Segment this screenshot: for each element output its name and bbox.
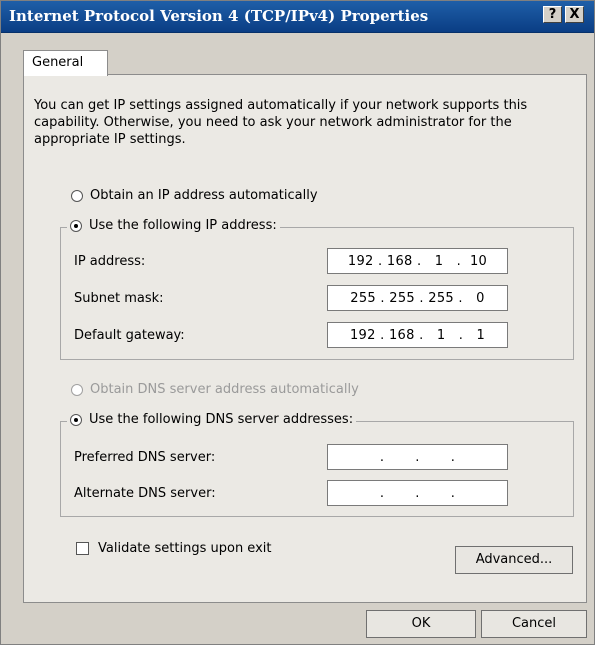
subnet-mask-label: Subnet mask: xyxy=(74,291,164,306)
ipv4-properties-dialog: Internet Protocol Version 4 (TCP/IPv4) P… xyxy=(0,0,595,645)
subnet-mask-field[interactable]: 255 . 255 . 255 . 0 xyxy=(327,285,508,311)
use-dns-label: Use the following DNS server addresses: xyxy=(89,412,354,427)
use-dns-option[interactable]: Use the following DNS server addresses: xyxy=(67,412,357,427)
obtain-dns-auto-option[interactable]: Obtain DNS server address automatically xyxy=(71,382,359,397)
tab-general[interactable]: General xyxy=(23,50,108,76)
use-ip-option[interactable]: Use the following IP address: xyxy=(67,218,280,233)
obtain-dns-auto-radio[interactable] xyxy=(71,383,83,396)
validate-option[interactable]: Validate settings upon exit xyxy=(76,541,271,556)
help-button[interactable]: ? xyxy=(543,6,562,23)
window-title: Internet Protocol Version 4 (TCP/IPv4) P… xyxy=(9,7,429,25)
preferred-dns-field[interactable]: . . . xyxy=(327,444,508,470)
use-ip-label: Use the following IP address: xyxy=(89,218,277,233)
obtain-ip-auto-radio[interactable] xyxy=(71,189,83,202)
use-dns-radio[interactable] xyxy=(70,413,82,426)
obtain-dns-auto-label: Obtain DNS server address automatically xyxy=(90,382,359,397)
ip-address-field[interactable]: 192 . 168 . 1 . 10 xyxy=(327,248,508,274)
alternate-dns-field[interactable]: . . . xyxy=(327,480,508,506)
alternate-dns-label: Alternate DNS server: xyxy=(74,486,216,501)
description-text: You can get IP settings assigned automat… xyxy=(34,98,528,147)
cancel-button[interactable]: Cancel xyxy=(481,610,587,638)
use-ip-radio[interactable] xyxy=(70,219,82,232)
default-gateway-field[interactable]: 192 . 168 . 1 . 1 xyxy=(327,322,508,348)
validate-label: Validate settings upon exit xyxy=(98,541,272,556)
obtain-ip-auto-option[interactable]: Obtain an IP address automatically xyxy=(71,188,318,203)
title-bar[interactable]: Internet Protocol Version 4 (TCP/IPv4) P… xyxy=(1,1,594,33)
ip-address-label: IP address: xyxy=(74,254,146,269)
tab-general-label: General xyxy=(32,55,84,70)
validate-checkbox[interactable] xyxy=(76,542,89,555)
obtain-ip-auto-label: Obtain an IP address automatically xyxy=(90,188,318,203)
ok-button[interactable]: OK xyxy=(366,610,476,638)
preferred-dns-label: Preferred DNS server: xyxy=(74,450,216,465)
default-gateway-label: Default gateway: xyxy=(74,328,185,343)
close-button[interactable]: X xyxy=(565,6,584,23)
advanced-button[interactable]: Advanced... xyxy=(455,546,573,574)
